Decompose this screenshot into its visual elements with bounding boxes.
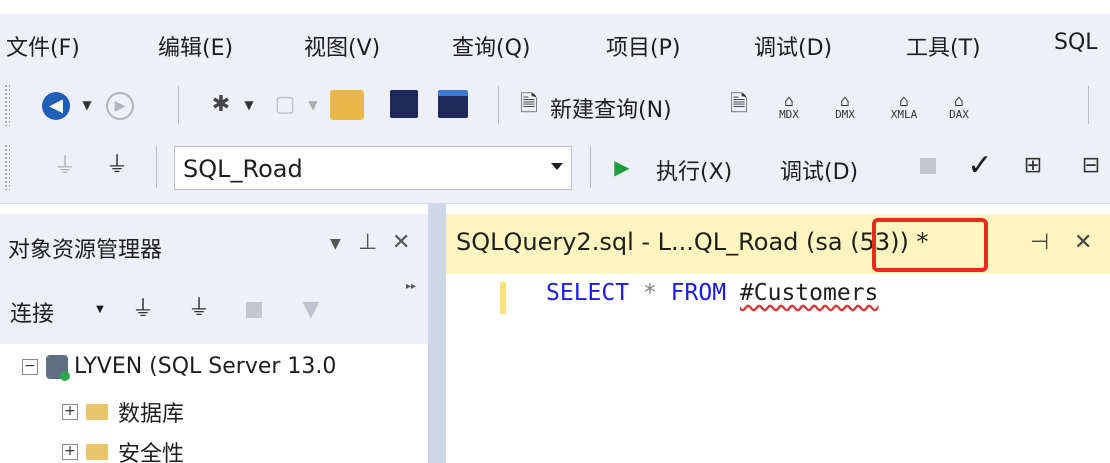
toolbar-grip[interactable] (4, 144, 10, 190)
toolbar-separator (590, 146, 591, 188)
toolbar-separator (1088, 86, 1089, 124)
security-label: 安全性 (118, 442, 185, 463)
server-label: LYVEN (SQL Server 13.0 (74, 354, 337, 379)
dmx-label: DMX (835, 107, 855, 121)
xmla-label: XMLA (890, 107, 918, 121)
add-item-icon[interactable]: ▢ (270, 90, 300, 120)
menu-sql[interactable]: SQL (1054, 30, 1098, 55)
database-selector-value: SQL_Road (183, 155, 303, 183)
databases-label: 数据库 (118, 402, 185, 427)
standard-toolbar: ◀ ▼ ▶ ✱ ▼ ▢ ▼ 🗎 新建查询(N) 🗎 ⌂ MDX ⌂ DMX ⌂ XML… (0, 76, 1110, 134)
tab-title: SQLQuery2.sql - L...QL_Road (sa (53)) * (456, 228, 929, 256)
cancel-query-icon[interactable] (920, 158, 936, 174)
menu-file[interactable]: 文件(F) (6, 30, 80, 62)
connect-object-icon[interactable]: ⏚ (132, 296, 154, 324)
toolbar-separator (498, 86, 499, 124)
toolbar-separator (156, 146, 157, 188)
filter-icon[interactable]: ▼ (298, 296, 324, 324)
execute-button[interactable]: 执行(X) (656, 154, 732, 186)
back-dropdown-icon[interactable]: ▼ (80, 98, 94, 112)
parse-check-icon[interactable]: ✓ (966, 150, 994, 182)
menu-debug[interactable]: 调试(D) (754, 30, 832, 62)
dax-label: DAX (949, 107, 969, 121)
dax-query-icon[interactable]: ⌂ DAX (940, 86, 978, 126)
session-id-highlight (872, 218, 988, 272)
menu-project[interactable]: 项目(P) (606, 30, 680, 62)
new-query-icon[interactable]: 🗎 (516, 90, 542, 120)
xmla-query-icon[interactable]: ⌂ XMLA (884, 86, 924, 126)
forward-icon[interactable]: ▶ (106, 92, 134, 120)
pane-splitter[interactable] (428, 204, 446, 463)
toolbar-grip[interactable] (4, 84, 10, 126)
close-tab-icon[interactable]: ✕ (1074, 230, 1092, 255)
database-query-icon[interactable]: 🗎 (726, 90, 752, 120)
object-explorer-header: 对象资源管理器 ▼ ⊥ ✕ (0, 214, 428, 274)
display-plan-icon[interactable]: ⊞ (1018, 150, 1048, 182)
menu-edit[interactable]: 编辑(E) (158, 30, 233, 62)
window-position-icon[interactable]: ▼ (330, 236, 341, 252)
object-explorer-title: 对象资源管理器 (8, 238, 163, 263)
overflow-icon[interactable]: ▸▸ (404, 280, 418, 294)
change-connection-icon[interactable]: ⏚ (100, 150, 134, 182)
changed-line-marker (500, 282, 506, 314)
close-icon[interactable]: ✕ (392, 230, 410, 255)
save-icon[interactable] (390, 90, 418, 118)
keyword-from: FROM (670, 280, 727, 306)
keyword-select: SELECT (546, 280, 630, 306)
folder-icon (86, 404, 108, 420)
pin-tab-icon[interactable]: ⊣ (1030, 230, 1049, 255)
top-strip (0, 0, 1110, 14)
connect-button[interactable]: 连接 (10, 296, 54, 328)
stop-icon[interactable] (246, 302, 262, 318)
operator-star: * (642, 280, 657, 306)
expand-icon[interactable]: + (62, 444, 78, 460)
add-item-dropdown-icon[interactable]: ▼ (306, 98, 320, 112)
tree-node-databases[interactable]: + 数据库 (62, 396, 184, 428)
database-selector[interactable]: SQL_Road (174, 146, 572, 190)
code-line[interactable]: SELECT * FROM #Customers (546, 280, 878, 306)
menu-bar: 文件(F) 编辑(E) 视图(V) 查询(Q) 项目(P) 调试(D) 工具(T… (0, 14, 1110, 76)
mdx-label: MDX (779, 107, 799, 121)
collapse-icon[interactable]: − (22, 358, 38, 375)
object-explorer-tree: − LYVEN (SQL Server 13.0 + 数据库 + 安全性 (0, 344, 428, 463)
query-document-tab[interactable]: SQLQuery2.sql - L...QL_Road (sa (53)) * … (446, 214, 1110, 274)
disconnect-icon[interactable]: ⏚ (184, 294, 214, 324)
pin-icon[interactable]: ⊥ (358, 230, 377, 255)
toolbar-separator (178, 86, 179, 124)
dmx-query-icon[interactable]: ⌂ DMX (826, 86, 864, 126)
menu-query[interactable]: 查询(Q) (452, 30, 530, 62)
execute-icon[interactable]: ▶ (612, 156, 632, 178)
chevron-down-icon[interactable] (551, 163, 563, 170)
connect-dropdown-icon[interactable]: ▼ (94, 304, 106, 316)
server-icon (46, 354, 70, 381)
new-project-dropdown-icon[interactable]: ▼ (242, 98, 256, 112)
mdx-query-icon[interactable]: ⌂ MDX (770, 86, 808, 126)
object-explorer-toolbar: 连接 ▼ ⏚ ⏚ ▼ ▸▸ (0, 274, 428, 344)
new-project-icon[interactable]: ✱ (204, 88, 238, 122)
tree-node-security[interactable]: + 安全性 (62, 436, 184, 463)
save-all-icon[interactable] (438, 90, 468, 118)
query-editor[interactable]: SELECT * FROM #Customers (446, 274, 1110, 463)
back-icon[interactable]: ◀ (42, 92, 70, 120)
table-identifier: #Customers (739, 280, 879, 306)
new-query-button[interactable]: 新建查询(N) (550, 92, 672, 124)
menu-view[interactable]: 视图(V) (304, 30, 380, 62)
debug-button[interactable]: 调试(D) (780, 154, 858, 186)
open-file-icon[interactable] (330, 90, 364, 120)
expand-icon[interactable]: + (62, 404, 78, 420)
query-options-icon[interactable]: ⊟ (1076, 150, 1106, 182)
tab-title-file: SQLQuery2.sql - L...QL_Road (456, 228, 807, 256)
folder-icon (86, 444, 108, 460)
menu-tools[interactable]: 工具(T) (906, 30, 981, 62)
tree-node-server[interactable]: − LYVEN (SQL Server 13.0 (22, 354, 337, 381)
connect-icon[interactable]: ⏚ (54, 152, 76, 182)
